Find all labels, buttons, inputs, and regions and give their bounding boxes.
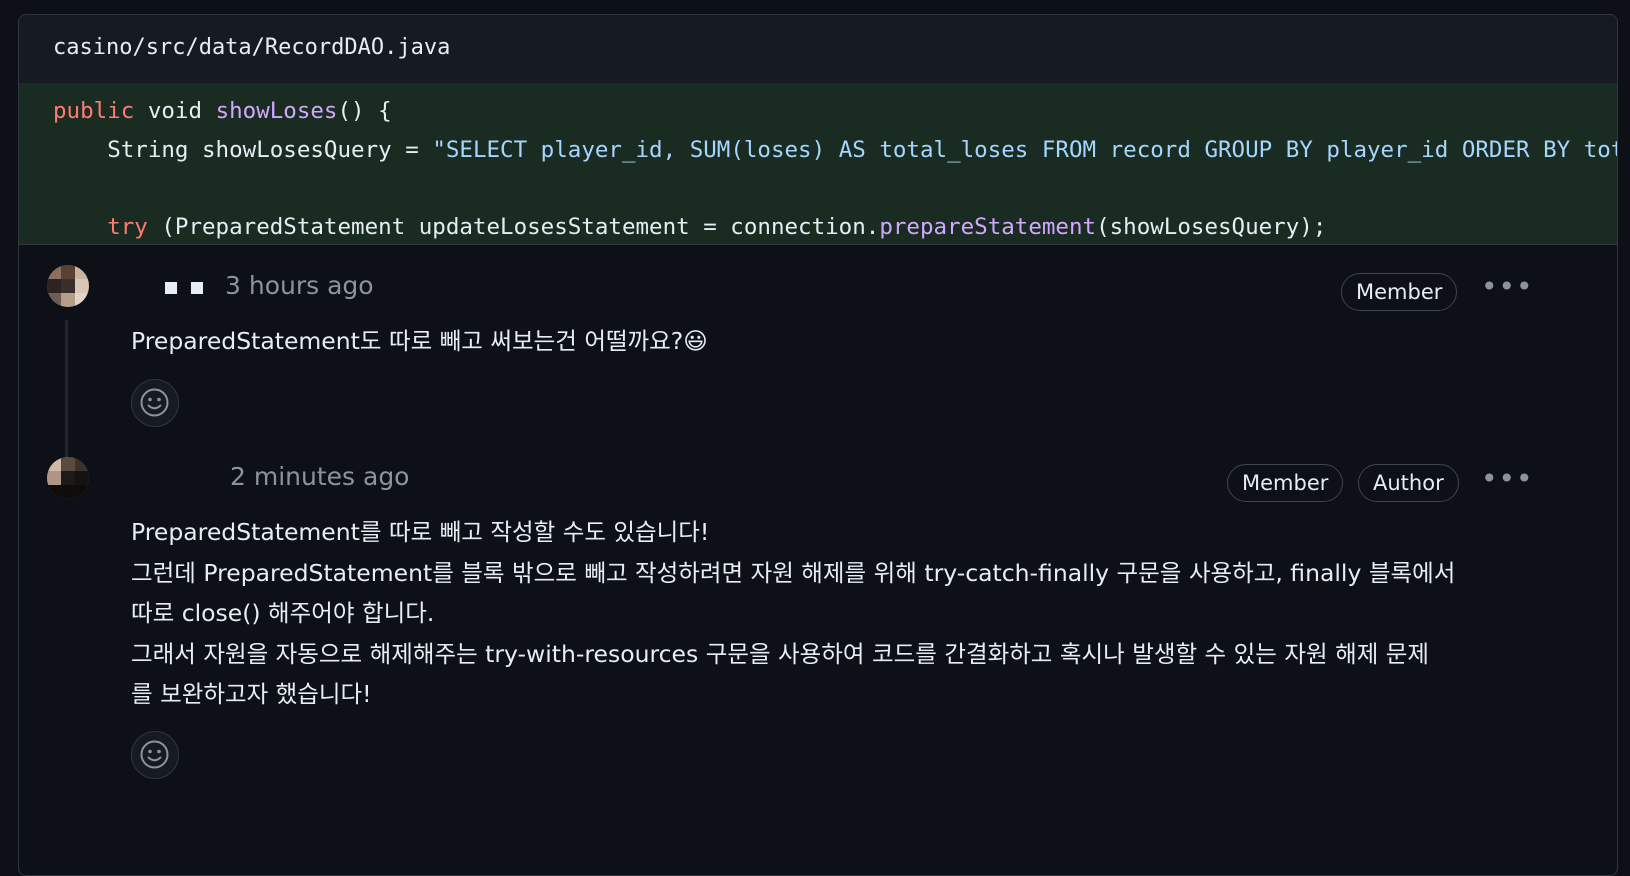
comment-body: PreparedStatement를 따로 빼고 작성할 수도 있습니다! 그런…: [131, 512, 1561, 715]
code-type: void: [134, 98, 216, 124]
code-function: prepareStatement: [879, 214, 1097, 240]
code-keyword: public: [53, 98, 135, 124]
add-reaction-button[interactable]: [131, 379, 179, 427]
kebab-horizontal-icon[interactable]: •••: [1481, 465, 1534, 493]
avatar[interactable]: [47, 265, 89, 307]
comment-timestamp[interactable]: 3 hours ago: [225, 271, 374, 300]
author-badge: Author: [1358, 464, 1459, 502]
comment-timestamp[interactable]: 2 minutes ago: [230, 462, 409, 491]
member-badge: Member: [1227, 464, 1344, 502]
comment-line: PreparedStatement를 따로 빼고 작성할 수도 있습니다!: [131, 518, 710, 546]
code-type: String: [107, 137, 189, 163]
code-string: "SELECT player_id, SUM(loses) AS total_l…: [432, 137, 1617, 163]
comment-line: 그런데 PreparedStatement를 블록 밖으로 빼고 작성하려면 자…: [131, 558, 1456, 587]
code-function: showLoses: [215, 98, 338, 124]
comment-line: 그래서 자원을 자동으로 해제해주는 try-with-resources 구문…: [131, 639, 1430, 668]
code-snippet: public void showLoses() { String showLos…: [19, 84, 1617, 245]
add-reaction-button[interactable]: [131, 731, 179, 779]
code-line-3: try (PreparedStatement updateLosesStatem…: [53, 214, 1326, 240]
kebab-horizontal-icon[interactable]: •••: [1481, 273, 1534, 301]
comment-body: PreparedStatement도 따로 빼고 써보는건 어떨까요?😃: [131, 321, 1561, 362]
member-badge: Member: [1341, 273, 1458, 311]
comment-line: PreparedStatement도 따로 빼고 써보는건 어떨까요?😃: [131, 327, 708, 355]
code-text: () {: [337, 98, 392, 124]
avatar[interactable]: [47, 457, 89, 499]
code-text: (showLosesQuery);: [1096, 214, 1327, 240]
smiley-icon: [140, 740, 169, 769]
thread-connector: [65, 320, 68, 480]
smiley-icon: [140, 388, 169, 417]
code-text: (PreparedStatement updateLosesStatement …: [147, 214, 880, 240]
author-name-redacted[interactable]: [165, 279, 217, 298]
code-text: showLosesQuery =: [188, 137, 433, 163]
comment-line: 를 보완하고자 했습니다!: [131, 680, 372, 708]
code-line-2: String showLosesQuery = "SELECT player_i…: [53, 137, 1617, 163]
file-header: casino/src/data/RecordDAO.java: [19, 15, 1617, 84]
comment-line: 따로 close() 해주어야 합니다.: [131, 599, 435, 627]
review-comment-thread: casino/src/data/RecordDAO.java public vo…: [18, 14, 1618, 876]
code-line-1: public void showLoses() {: [53, 98, 392, 124]
file-path[interactable]: casino/src/data/RecordDAO.java: [53, 35, 450, 60]
code-keyword: try: [107, 214, 148, 240]
